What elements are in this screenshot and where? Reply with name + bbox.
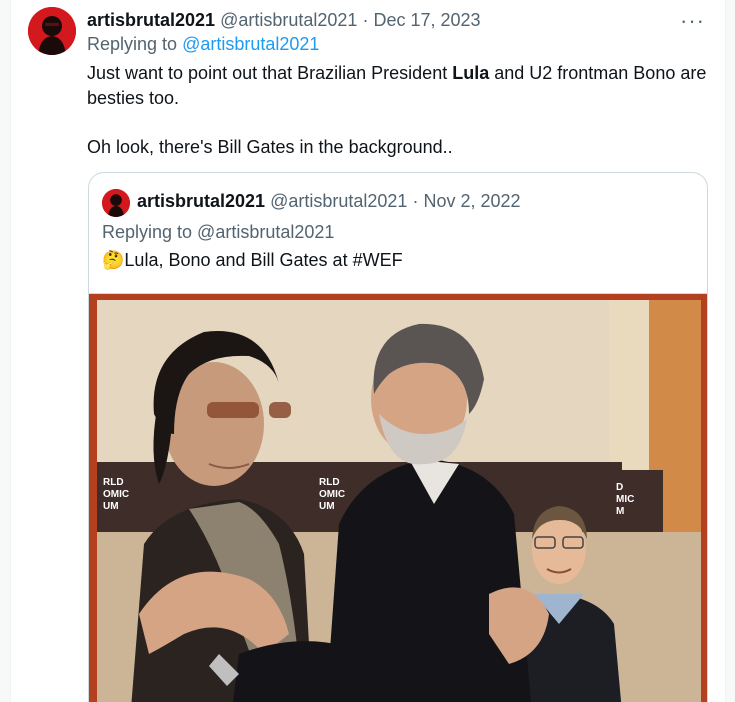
quote-replying-to: Replying to @artisbrutal2021 [102,222,335,242]
text-part: Just want to point out that Brazilian Pr… [87,63,453,83]
tweet-text: Just want to point out that Brazilian Pr… [87,61,707,160]
avatar[interactable] [28,7,76,55]
replying-prefix: Replying to [87,34,178,54]
quote-author-name[interactable]: artisbrutal2021 [137,191,265,211]
tweet-paragraph: Oh look, there's Bill Gates in the backg… [87,137,453,157]
quote-text-content: Lula, Bono and Bill Gates at #WEF [124,250,403,270]
avatar-image [28,7,76,55]
quote-text: 🤔Lula, Bono and Bill Gates at #WEF [102,250,403,271]
quote-author-handle[interactable]: @artisbrutal2021 [270,191,407,211]
quote-date[interactable]: Nov 2, 2022 [423,191,520,211]
quote-avatar[interactable] [102,189,130,217]
replying-handle-link[interactable]: @artisbrutal2021 [182,34,319,54]
banner-left-line: OMIC [103,489,129,500]
banner-left-line: RLD [103,477,124,488]
more-options-icon[interactable]: ··· [680,8,705,34]
banner-right-line: M [616,506,624,517]
banner-right-line: MIC [616,494,634,505]
banner-left-line: UM [103,501,119,512]
photo-image: RLD OMIC UM RLD OMIC UM D MIC M [89,294,707,702]
banner-mid-line: OMIC [319,489,345,500]
quoted-tweet[interactable]: artisbrutal2021 @artisbrutal2021 · Nov 2… [88,172,708,702]
tweet-card[interactable]: artisbrutal2021 @artisbrutal2021 · Dec 1… [10,0,726,702]
replying-to: Replying to @artisbrutal2021 [87,34,319,55]
tweet-header: artisbrutal2021 @artisbrutal2021 · Dec 1… [87,8,481,32]
thinking-face-emoji: 🤔 [102,250,125,270]
quote-separator-dot: · [412,191,419,211]
tweet-date[interactable]: Dec 17, 2023 [373,10,480,30]
author-handle[interactable]: @artisbrutal2021 [220,10,357,30]
quote-header: artisbrutal2021 @artisbrutal2021 · Nov 2… [137,189,521,213]
author-name[interactable]: artisbrutal2021 [87,10,215,30]
banner-mid-line: UM [319,501,335,512]
banner-right-line: D [616,482,623,493]
text-bold: Lula [452,63,490,83]
banner-mid-line: RLD [319,477,340,488]
quote-photo[interactable]: RLD OMIC UM RLD OMIC UM D MIC M [89,293,707,702]
separator-dot: · [362,10,369,30]
quote-avatar-image [102,189,130,217]
tweet-paragraph: Just want to point out that Brazilian Pr… [87,61,707,111]
